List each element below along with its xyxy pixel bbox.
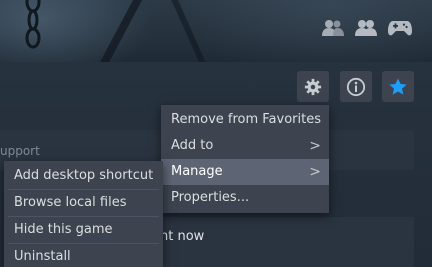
favorite-button[interactable] bbox=[382, 71, 414, 102]
menu-item-label: Hide this game bbox=[14, 222, 113, 237]
hero-icon-group bbox=[322, 19, 412, 41]
support-section-label: upport bbox=[0, 144, 40, 158]
menu-item-label: Add to bbox=[171, 138, 214, 153]
hero-banner bbox=[0, 0, 432, 86]
info-icon bbox=[346, 77, 366, 96]
chevron-right-icon: > bbox=[309, 138, 321, 154]
menu-item-add-to[interactable]: Add to > bbox=[161, 133, 329, 159]
controller-icon[interactable] bbox=[388, 19, 412, 41]
game-page: upport nt now Remove from Favorites Add … bbox=[0, 0, 432, 267]
menu-item-manage[interactable]: Manage > bbox=[161, 159, 329, 185]
menu-item-browse-local-files[interactable]: Browse local files bbox=[4, 190, 163, 216]
status-text: nt now bbox=[160, 229, 205, 244]
menu-item-properties[interactable]: Properties... bbox=[161, 185, 329, 211]
hero-art-chain bbox=[25, 0, 41, 49]
manage-submenu: Add desktop shortcut Browse local files … bbox=[4, 161, 163, 267]
menu-item-add-desktop-shortcut[interactable]: Add desktop shortcut bbox=[4, 163, 163, 189]
menu-item-label: Properties... bbox=[171, 190, 250, 205]
menu-item-label: Remove from Favorites bbox=[171, 112, 321, 127]
chevron-right-icon: > bbox=[309, 164, 321, 180]
info-button[interactable] bbox=[340, 71, 372, 102]
menu-item-label: Add desktop shortcut bbox=[14, 168, 154, 183]
friends-playing-icon[interactable] bbox=[322, 19, 344, 41]
star-icon bbox=[389, 78, 407, 95]
friends-icon[interactable] bbox=[355, 19, 377, 41]
game-context-menu: Remove from Favorites Add to > Manage > … bbox=[161, 105, 329, 213]
menu-item-hide-game[interactable]: Hide this game bbox=[4, 217, 163, 243]
menu-item-label: Uninstall bbox=[14, 249, 71, 264]
menu-item-uninstall[interactable]: Uninstall bbox=[4, 244, 163, 267]
gear-icon bbox=[304, 78, 322, 95]
menu-item-label: Manage bbox=[171, 164, 223, 179]
menu-item-label: Browse local files bbox=[14, 195, 127, 210]
menu-item-remove-favorites[interactable]: Remove from Favorites bbox=[161, 107, 329, 133]
settings-button[interactable] bbox=[297, 71, 329, 102]
